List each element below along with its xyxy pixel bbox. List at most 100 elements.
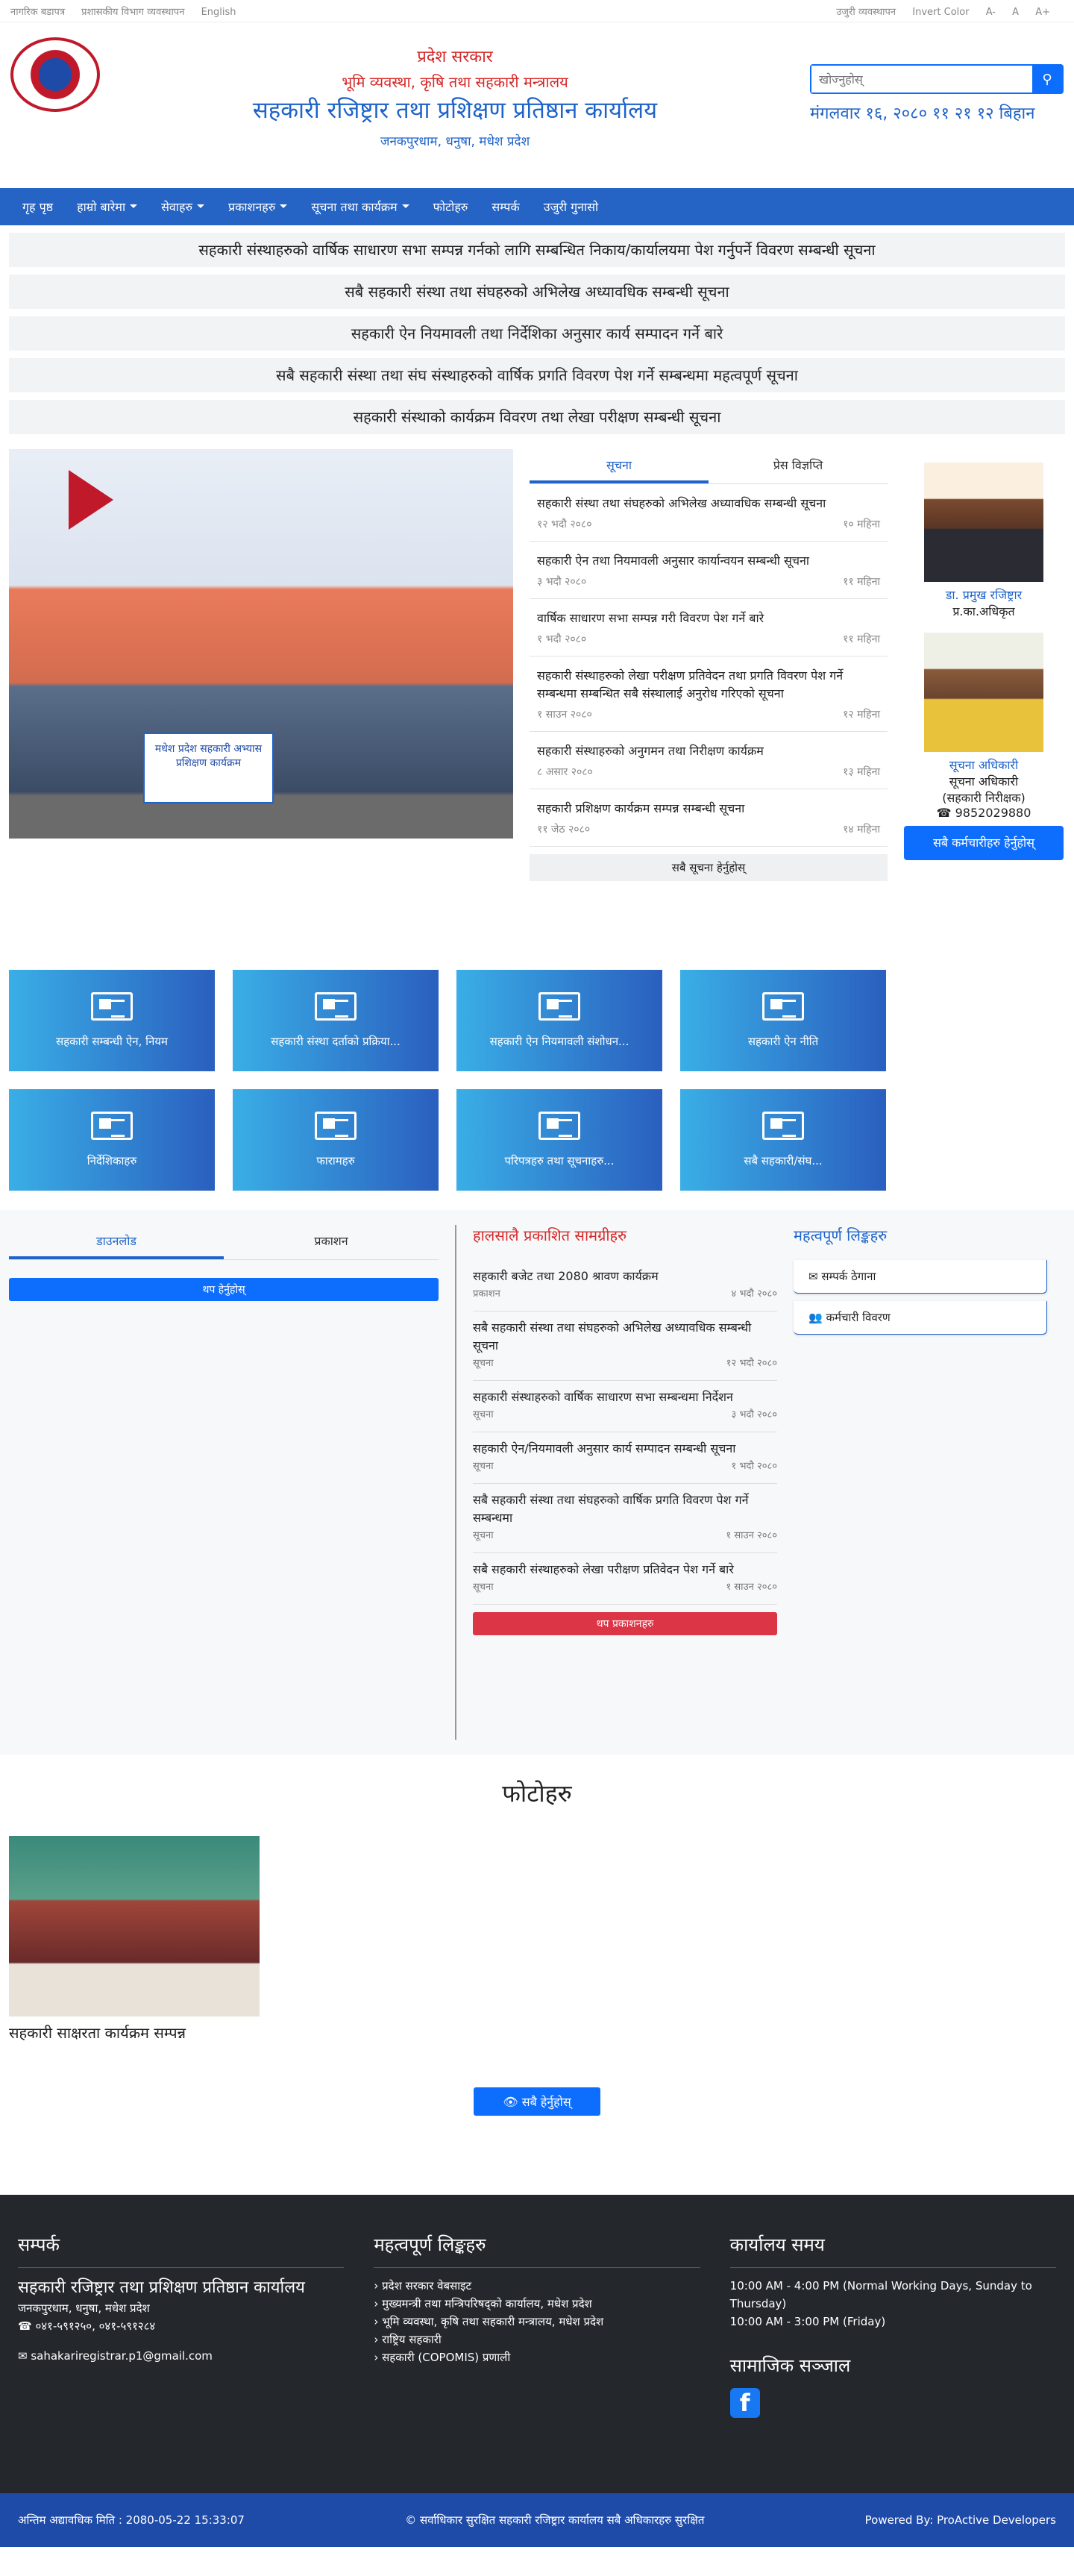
tab-press-release[interactable]: प्रेस विज्ञप्ति	[709, 449, 888, 483]
footer-email-address: sahakariregistrar.p1@gmail.com	[31, 2349, 213, 2363]
official-name[interactable]: डा. प्रमुख रजिष्ट्रार	[904, 586, 1064, 603]
admin-link[interactable]: प्रशासकीय विभाग व्यवस्थापन	[81, 7, 184, 18]
recent-item-meta: सूचना १ साउन २०८०	[473, 1527, 777, 1545]
view-all-photos-button[interactable]: 👁 सबै हेर्नुहोस्	[474, 2087, 600, 2116]
footer-link[interactable]: › प्रदेश सरकार वेबसाइट	[374, 2277, 700, 2295]
recent-item-date: १ साउन २०८०	[726, 1582, 777, 1593]
gallery-photo[interactable]	[9, 1836, 260, 2016]
tab-publication[interactable]: प्रकाशन	[224, 1225, 439, 1259]
footer-link[interactable]: › राष्ट्रिय सहकारी	[374, 2331, 700, 2348]
footer-link[interactable]: › सहकारी (COPOMIS) प्रणाली	[374, 2348, 700, 2366]
quick-link-tile[interactable]: सहकारी सम्बन्धी ऐन, नियम	[9, 970, 215, 1071]
powered-by-link[interactable]: Powered By: ProActive Developers	[865, 2513, 1056, 2527]
more-publications-button[interactable]: थप प्रकाशनहरु	[473, 1612, 777, 1635]
featured-photo[interactable]: मधेश प्रदेश सहकारी अभ्यास प्रशिक्षण कार्…	[9, 449, 513, 839]
news-item[interactable]: सहकारी संस्थाहरुको अनुगमन तथा निरीक्षण क…	[530, 732, 888, 789]
gallery-caption[interactable]: सहकारी साक्षरता कार्यक्रम सम्पन्न	[9, 2022, 1065, 2043]
notice-item[interactable]: सबै सहकारी संस्था तथा संघ संस्थाहरुको वा…	[9, 358, 1065, 392]
facebook-icon[interactable]: f	[729, 2388, 760, 2418]
recent-item[interactable]: सहकारी बजेट तथा 2080 श्रावण कार्यक्रम प्र…	[473, 1260, 777, 1311]
search-box: ⚲	[810, 64, 1064, 94]
phone-icon: ☎	[18, 2319, 36, 2333]
tab-download[interactable]: डाउनलोड	[9, 1225, 224, 1259]
recent-item[interactable]: सहकारी ऐन/नियमावली अनुसार कार्य सम्पादन …	[473, 1432, 777, 1484]
complaint-link[interactable]: उजुरी व्यवस्थापन	[836, 7, 896, 18]
news-tabs: सूचना प्रेस विज्ञप्ति	[530, 449, 888, 484]
site-header: प्रदेश सरकार भूमि व्यवस्था, कृषि तथा सहक…	[0, 22, 1074, 188]
news-item[interactable]: वार्षिक साधारण सभा सम्पन्न गरी विवरण पेश…	[530, 599, 888, 656]
official-role: प्र.का.अधिकृत	[952, 604, 1015, 618]
nav-services[interactable]: सेवाहरु	[149, 198, 216, 215]
footer-link[interactable]: › भूमि व्यवस्था, कृषि तथा सहकारी मन्त्रा…	[374, 2313, 700, 2331]
nav-about[interactable]: हाम्रो बारेमा	[65, 198, 149, 215]
news-age: ११ महिना	[843, 576, 880, 588]
view-all-news-button[interactable]: सबै सूचना हेर्नुहोस्	[530, 854, 888, 881]
recent-item-title: सहकारी बजेट तथा 2080 श्रावण कार्यक्रम	[473, 1269, 659, 1283]
footer-link-label: मुख्यमन्त्री तथा मन्त्रिपरिषद्को कार्याल…	[382, 2297, 592, 2310]
charter-link[interactable]: नागरिक बडापत्र	[10, 7, 65, 18]
main-navigation: गृह पृष्ठ हाम्रो बारेमा सेवाहरु प्रकाशनह…	[0, 188, 1074, 225]
notice-item[interactable]: सहकारी संस्थाहरुको वार्षिक साधारण सभा सम…	[9, 233, 1065, 267]
tab-notice[interactable]: सूचना	[530, 449, 709, 483]
nav-photos[interactable]: फोटोहरु	[421, 198, 480, 215]
news-meta: ३ भदौ २०८० ११ महिना	[537, 573, 880, 591]
recent-item[interactable]: सबै सहकारी संस्था तथा संघहरुको अभिलेख अध…	[473, 1311, 777, 1381]
footer-links: महत्वपूर्ण लिङ्कहरु › प्रदेश सरकार वेबसा…	[374, 2232, 700, 2456]
recent-item[interactable]: सबै सहकारी संस्थाहरुको लेखा परीक्षण प्रत…	[473, 1553, 777, 1605]
all-staff-button[interactable]: सबै कर्मचारीहरु हेर्नुहोस्	[904, 826, 1064, 860]
recent-item[interactable]: सबै सहकारी संस्था तथा संघहरुको वार्षिक प…	[473, 1484, 777, 1553]
news-item[interactable]: सहकारी ऐन तथा नियमावली अनुसार कार्यान्वय…	[530, 542, 888, 599]
news-date: १२ भदौ २०८०	[537, 518, 592, 530]
recent-publications: हालसालै प्रकाशित सामग्रीहरु सहकारी बजेट …	[455, 1225, 777, 1740]
nav-notices[interactable]: सूचना तथा कार्यक्रम	[299, 198, 421, 215]
font-reset-button[interactable]: A	[1012, 7, 1019, 18]
font-decrease-button[interactable]: A-	[986, 7, 996, 18]
footer-email[interactable]: ✉ sahakariregistrar.p1@gmail.com	[18, 2347, 344, 2365]
news-item[interactable]: सहकारी संस्था तथा संघहरुको अभिलेख अध्याव…	[530, 484, 888, 542]
nav-complaint[interactable]: उजुरी गुनासो	[532, 198, 610, 215]
news-item[interactable]: सहकारी प्रशिक्षण कार्यक्रम सम्पन्न सम्बन…	[530, 789, 888, 847]
official-name[interactable]: सूचना अधिकारी	[904, 756, 1064, 773]
office-address: जनकपुरधाम, धनुषा, मधेश प्रदेश	[380, 134, 530, 149]
notice-item[interactable]: सहकारी संस्थाको कार्यक्रम विवरण तथा लेखा…	[9, 400, 1065, 434]
recent-item-date: १ साउन २०८०	[726, 1530, 777, 1541]
quick-link-tile[interactable]: परिपत्रहरु तथा सूचनाहरु...	[456, 1089, 662, 1191]
contact-address-link[interactable]: ✉ सम्पर्क ठेगाना	[794, 1260, 1047, 1294]
link-label: कर्मचारी विवरण	[826, 1311, 891, 1324]
notice-item[interactable]: सबै सहकारी संस्था तथा संघहरुको अभिलेख अध…	[9, 275, 1065, 309]
footer-link-label: सहकारी (COPOMIS) प्रणाली	[382, 2351, 511, 2364]
quick-link-tile[interactable]: सहकारी ऐन नियमावली संशोधन...	[456, 970, 662, 1071]
quick-link-tile[interactable]: सहकारी ऐन नीति	[680, 970, 886, 1071]
recent-item-title: सहकारी संस्थाहरुको वार्षिक साधारण सभा सम…	[473, 1390, 733, 1404]
search-button[interactable]: ⚲	[1032, 66, 1062, 93]
invert-color-button[interactable]: Invert Color	[912, 7, 969, 18]
quick-link-tile[interactable]: सहकारी संस्था दर्ताको प्रक्रिया...	[233, 970, 439, 1071]
nav-home[interactable]: गृह पृष्ठ	[10, 198, 65, 215]
quick-link-tile[interactable]: निर्देशिकाहरु	[9, 1089, 215, 1191]
government-emblem-logo[interactable]	[10, 37, 100, 112]
footer-link[interactable]: › मुख्यमन्त्री तथा मन्त्रिपरिषद्को कार्य…	[374, 2295, 700, 2313]
notice-item[interactable]: सहकारी ऐन नियमावली तथा निर्देशिका अनुसार…	[9, 316, 1065, 351]
tile-label: सहकारी सम्बन्धी ऐन, नियम	[56, 1035, 168, 1048]
official-card: डा. प्रमुख रजिष्ट्रार प्र.का.अधिकृत	[904, 463, 1064, 619]
nav-contact[interactable]: सम्पर्क	[480, 198, 531, 215]
current-date: मंगलवार १६, २०८० ११ २१ १२ बिहान	[810, 104, 1035, 123]
font-increase-button[interactable]: A+	[1035, 7, 1050, 18]
tile-label: फारामहरु	[316, 1154, 355, 1168]
footer-address: जनकपुरधाम, धनुषा, मधेश प्रदेश	[18, 2301, 150, 2315]
last-updated: अन्तिम अद्यावधिक मिति : 2080-05-22 15:33…	[18, 2513, 245, 2527]
links-title: महत्वपूर्ण लिङ्कहरु	[794, 1226, 888, 1244]
newspaper-icon	[762, 1112, 804, 1140]
staff-details-link[interactable]: 👥 कर्मचारी विवरण	[794, 1301, 1047, 1335]
nav-publications[interactable]: प्रकाशनहरु	[216, 198, 299, 215]
english-link[interactable]: English	[201, 7, 236, 18]
recent-item-type: सूचना	[473, 1461, 494, 1472]
news-item[interactable]: सहकारी संस्थाहरुको लेखा परीक्षण प्रतिवेद…	[530, 656, 888, 732]
news-panel: सूचना प्रेस विज्ञप्ति सहकारी संस्था तथा …	[530, 449, 888, 971]
quick-link-tile[interactable]: फारामहरु	[233, 1089, 439, 1191]
more-downloads-button[interactable]: थप हेर्नुहोस्	[9, 1278, 439, 1301]
search-input[interactable]	[811, 66, 1032, 93]
download-tabs: डाउनलोड प्रकाशन	[9, 1225, 439, 1260]
quick-link-tile[interactable]: सबै सहकारी/संघ...	[680, 1089, 886, 1191]
recent-item[interactable]: सहकारी संस्थाहरुको वार्षिक साधारण सभा सम…	[473, 1381, 777, 1432]
